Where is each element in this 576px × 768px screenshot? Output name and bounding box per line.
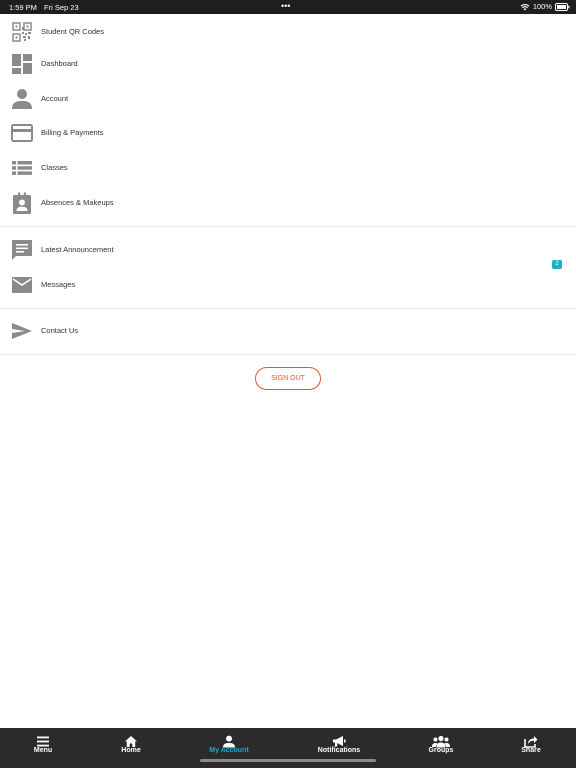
- tab-bar: Menu Home My Account Notifications Group…: [0, 728, 576, 768]
- menu-item-absences-makeups[interactable]: Absences & Makeups: [0, 186, 576, 220]
- envelope-icon: [11, 274, 33, 296]
- send-icon: [11, 320, 33, 342]
- tab-home[interactable]: Home: [96, 728, 166, 762]
- tab-label: Share: [521, 747, 541, 754]
- status-date: Fri Sep 23: [44, 3, 79, 12]
- wifi-icon: [520, 3, 530, 11]
- tab-groups[interactable]: Groups: [406, 728, 476, 762]
- divider: [0, 354, 576, 355]
- status-bar: 1:59 PM Fri Sep 23 ••• 100%: [0, 0, 576, 14]
- tab-menu[interactable]: Menu: [8, 728, 78, 762]
- dashboard-icon: [11, 53, 33, 75]
- clipboard-user-icon: [11, 192, 33, 214]
- menu-item-account[interactable]: Account: [0, 82, 576, 116]
- announcement-icon: [11, 239, 33, 261]
- divider: [0, 226, 576, 227]
- menu-item-label: Student QR Codes: [41, 27, 104, 36]
- menu-item-label: Absences & Makeups: [41, 198, 114, 207]
- menu-item-label: Account: [41, 94, 69, 103]
- menu-item-dashboard[interactable]: Dashboard: [0, 47, 576, 81]
- battery-percent: 100%: [532, 2, 552, 11]
- tab-label: Home: [121, 747, 141, 754]
- menu-item-classes[interactable]: Classes: [0, 151, 576, 185]
- multitasking-dots[interactable]: •••: [281, 1, 290, 11]
- status-time-date: 1:59 PM Fri Sep 23: [9, 3, 79, 12]
- qr-code-icon: [11, 21, 33, 43]
- menu-item-label: Billing & Payments: [41, 128, 104, 137]
- menu-item-label: Messages: [41, 280, 76, 289]
- menu-item-label: Classes: [41, 163, 68, 172]
- menu-item-latest-announcement[interactable]: Latest Announcement: [0, 233, 576, 267]
- tab-label: Menu: [33, 747, 53, 754]
- divider: [0, 308, 576, 309]
- home-indicator[interactable]: [200, 759, 376, 762]
- menu-item-contact-us[interactable]: Contact Us: [0, 314, 576, 348]
- sign-out-button[interactable]: SIGN OUT: [255, 367, 321, 390]
- menu-item-label: Contact Us: [41, 326, 79, 335]
- list-icon: [11, 157, 33, 179]
- tab-label: Notifications: [317, 747, 361, 754]
- menu-item-messages[interactable]: Messages: [0, 268, 576, 302]
- tab-notifications[interactable]: Notifications: [304, 728, 374, 762]
- menu-item-billing-payments[interactable]: Billing & Payments: [0, 116, 576, 150]
- menu-item-label: Dashboard: [41, 59, 78, 68]
- tab-label: Groups: [428, 747, 454, 754]
- person-icon: [11, 88, 33, 110]
- tab-my-account[interactable]: My Account: [194, 728, 264, 762]
- battery-icon: [555, 2, 570, 11]
- menu-item-label: Latest Announcement: [41, 245, 114, 254]
- menu-item-student-qr-codes[interactable]: Student QR Codes: [0, 15, 576, 49]
- messages-count-badge: 2: [552, 260, 562, 269]
- tab-label: My Account: [209, 747, 249, 754]
- credit-card-icon: [11, 122, 33, 144]
- status-indicators: 100%: [520, 2, 570, 11]
- status-time: 1:59 PM: [9, 3, 37, 12]
- tab-share[interactable]: Share: [496, 728, 566, 762]
